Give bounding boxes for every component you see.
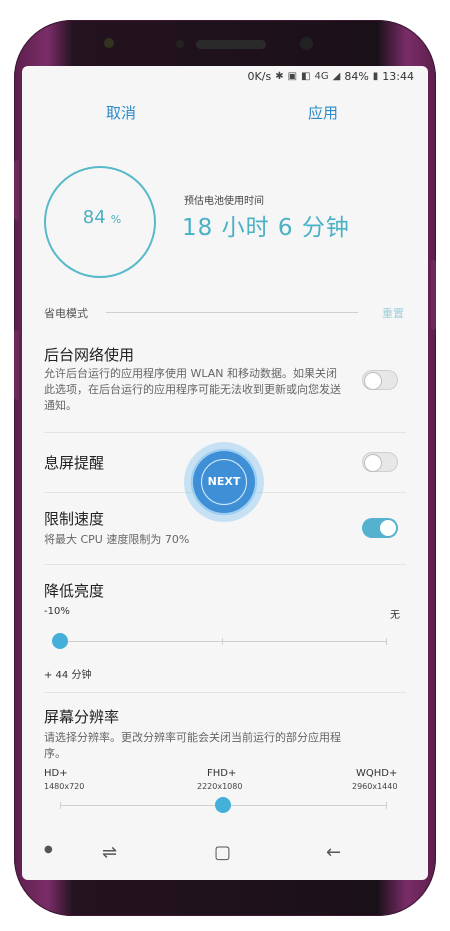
background-network-toggle[interactable] bbox=[362, 370, 398, 390]
battery-ring-unit: % bbox=[110, 213, 122, 226]
recent-apps-icon[interactable]: ⇌ bbox=[102, 842, 117, 863]
battery-ring-value: 84 bbox=[82, 207, 106, 228]
section-label: 省电模式 bbox=[44, 305, 94, 321]
screen: 0K/s ✱ ▣ ◧ 4G ◢ 84% ▮ 13:44 取消 应用 84 % 预… bbox=[22, 66, 428, 880]
brightness-min-label: -10% bbox=[44, 606, 70, 617]
power-button bbox=[14, 160, 19, 220]
limit-speed-desc: 将最大 CPU 速度限制为 70% bbox=[44, 533, 190, 546]
resolution-option-wqhd-name: WQHD+ bbox=[356, 768, 398, 779]
power-mode-header: 省电模式 重置 bbox=[44, 305, 404, 321]
resolution-option-fhd-name: FHD+ bbox=[207, 768, 237, 779]
front-camera bbox=[300, 37, 313, 50]
brightness-slider-tick bbox=[222, 638, 223, 645]
resolution-slider-tick bbox=[386, 802, 387, 809]
brightness-slider-track[interactable] bbox=[60, 641, 386, 642]
screen-resolution-desc: 请选择分辨率。更改分辨率可能会关闭当前运行的部分应用程序。 bbox=[44, 731, 341, 760]
next-overlay-label: NEXT bbox=[201, 459, 247, 505]
network-speed: 0K/s bbox=[247, 70, 272, 83]
resolution-option-hd-name: HD+ bbox=[44, 768, 68, 779]
back-icon[interactable]: ← bbox=[326, 842, 341, 863]
reduce-brightness-title: 降低亮度 bbox=[44, 582, 105, 600]
screen-off-reminder-toggle[interactable] bbox=[362, 452, 398, 472]
limit-speed-toggle[interactable] bbox=[362, 518, 398, 538]
brightness-slider-thumb[interactable] bbox=[52, 633, 68, 649]
signal-icon: ◢ bbox=[332, 71, 341, 82]
navigation-bar: ● ⇌ ▢ ← bbox=[22, 830, 428, 876]
signal-type: 4G bbox=[314, 71, 329, 82]
cancel-button[interactable]: 取消 bbox=[106, 102, 136, 123]
battery-icon: ▮ bbox=[372, 71, 379, 82]
resolution-slider-thumb[interactable] bbox=[215, 797, 231, 813]
brightness-max-label: 无 bbox=[390, 610, 400, 621]
reset-button[interactable]: 重置 bbox=[382, 305, 404, 321]
mute-icon: ◧ bbox=[301, 71, 311, 82]
bixby-button bbox=[431, 260, 436, 330]
toggle-knob bbox=[364, 372, 382, 390]
toggle-knob bbox=[379, 519, 397, 537]
resolution-slider-tick bbox=[60, 802, 61, 809]
bluetooth-icon: ✱ bbox=[275, 71, 284, 82]
resolution-option-hd-size: 1480x720 bbox=[44, 782, 85, 791]
brightness-slider-tick bbox=[386, 638, 387, 645]
divider bbox=[44, 564, 406, 565]
battery-ring: 84 % bbox=[44, 166, 156, 278]
sensor bbox=[176, 40, 184, 48]
nfc-icon: ▣ bbox=[287, 71, 298, 82]
section-divider bbox=[106, 312, 358, 313]
battery-percent: 84% bbox=[344, 70, 369, 83]
clock: 13:44 bbox=[382, 70, 414, 83]
action-bar: 取消 应用 bbox=[22, 88, 428, 136]
brightness-note: + 44 分钟 bbox=[44, 670, 92, 681]
home-icon[interactable]: ▢ bbox=[214, 842, 231, 863]
status-bar: 0K/s ✱ ▣ ◧ 4G ◢ 84% ▮ 13:44 bbox=[22, 66, 428, 88]
nav-dot-icon[interactable]: ● bbox=[44, 844, 53, 855]
estimate-label: 预估电池使用时间 bbox=[184, 196, 264, 207]
resolution-option-fhd-size: 2220x1080 bbox=[197, 782, 243, 791]
apply-button[interactable]: 应用 bbox=[308, 102, 338, 123]
toggle-knob bbox=[364, 454, 382, 472]
volume-button bbox=[14, 330, 19, 400]
divider bbox=[44, 432, 406, 433]
screen-resolution-title: 屏幕分辨率 bbox=[44, 708, 120, 726]
limit-speed-title: 限制速度 bbox=[44, 510, 105, 528]
background-network-title: 后台网络使用 bbox=[44, 346, 135, 364]
background-network-desc: 允许后台运行的应用程序使用 WLAN 和移动数据。如果关闭此选项，在后台运行的应… bbox=[44, 367, 341, 412]
iris-sensor bbox=[104, 38, 114, 48]
next-overlay-button[interactable]: NEXT bbox=[184, 442, 264, 522]
divider bbox=[44, 692, 406, 693]
screen-off-reminder-title: 息屏提醒 bbox=[44, 454, 105, 472]
estimate-time: 18 小时 6 分钟 bbox=[182, 215, 350, 241]
next-overlay-ring: NEXT bbox=[191, 449, 257, 515]
resolution-option-wqhd-size: 2960x1440 bbox=[352, 782, 398, 791]
earpiece-speaker bbox=[196, 40, 266, 49]
